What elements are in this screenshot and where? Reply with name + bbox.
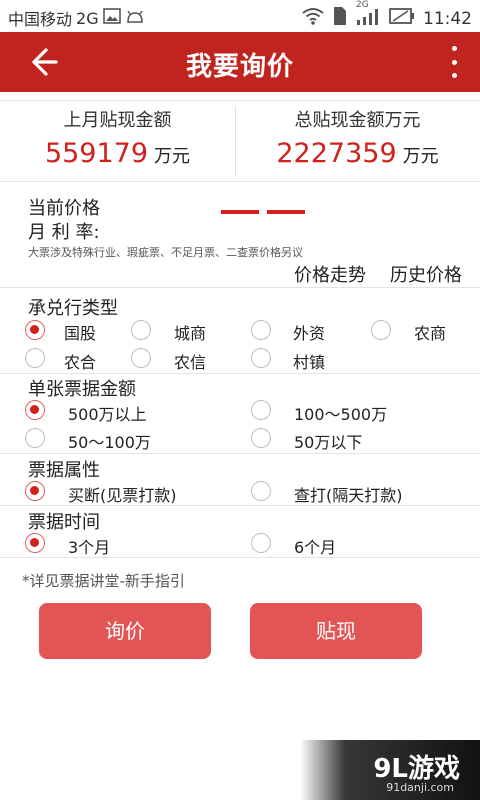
guide-link[interactable]: *详见票据讲堂-新手指引 [22,570,185,591]
signal-icon: 2G [355,0,381,31]
duration-radio-3-months[interactable] [25,533,45,553]
discount-button[interactable]: 贴现 [250,603,422,659]
monthly-rate-value [267,210,305,214]
android-icon [125,9,145,28]
more-menu-button[interactable] [448,44,460,80]
divider [0,287,480,288]
amount-radio-50-100[interactable] [25,428,45,448]
carrier-name: 中国移动 [8,10,73,29]
amount-radio-over-500[interactable] [25,400,45,420]
battery-icon [389,7,415,30]
bank-type-option-label[interactable]: 国股 [64,320,96,344]
duration-title: 票据时间 [28,512,100,533]
watermark-domain: 91danji.com [386,781,454,794]
attribute-radio-check-pay[interactable] [251,481,271,501]
price-history-link[interactable]: 历史价格 [390,261,462,287]
clock: 11:42 [423,8,472,29]
monthly-rate-label: 月 利 率: [28,222,100,243]
amount-option-label[interactable]: 100～500万 [294,401,387,425]
bank-type-radio-nonghe[interactable] [25,348,45,368]
last-month-summary: 上月贴现金额 559179 万元 [0,106,235,169]
amount-radio-under-50[interactable] [251,428,271,448]
duration-option-label[interactable]: 3个月 [68,534,110,558]
divider [0,453,480,454]
bank-type-radio-chengshang[interactable] [131,320,151,340]
bank-type-radio-nongxin[interactable] [131,348,151,368]
bank-type-option-label[interactable]: 村镇 [293,349,325,373]
divider [0,505,480,506]
inquiry-button[interactable]: 询价 [39,603,211,659]
divider [0,373,480,374]
total-value: 2227359 [276,138,397,169]
network-type-small: 2G [356,0,369,10]
bank-type-radio-nongshang[interactable] [371,320,391,340]
divider [0,557,480,558]
bank-type-option-label[interactable]: 农信 [174,349,206,373]
bank-type-radio-guogu[interactable] [25,320,45,340]
price-trend-link[interactable]: 价格走势 [294,261,366,287]
app-bar: 我要询价 [0,32,480,92]
duration-radio-6-months[interactable] [251,533,271,553]
page-title: 我要询价 [185,52,294,82]
watermark-brand: 9L游戏 [373,754,460,784]
attribute-option-label[interactable]: 查打(隔天打款) [294,482,403,506]
wifi-icon [301,7,325,30]
network-type: 2G [76,8,99,28]
last-month-unit: 万元 [154,146,191,167]
amount-option-label[interactable]: 50～100万 [68,429,151,453]
last-month-value: 559179 [44,138,149,169]
amount-option-label[interactable]: 50万以下 [294,429,362,453]
duration-option-label[interactable]: 6个月 [294,534,336,558]
image-icon [102,8,121,28]
bank-type-option-label[interactable]: 外资 [293,320,325,344]
attribute-radio-buyout[interactable] [25,481,45,501]
status-bar: 中国移动 2G 2G 11:42 [0,0,480,32]
bank-type-radio-cunzhen[interactable] [251,348,271,368]
bank-type-option-label[interactable]: 农商 [414,320,446,344]
bank-type-option-label[interactable]: 城商 [174,320,206,344]
amount-option-label[interactable]: 500万以上 [68,401,147,425]
total-unit: 万元 [402,146,439,167]
more-vertical-icon [451,46,457,51]
total-label: 总贴现金额万元 [294,110,421,131]
bank-type-radio-waizi[interactable] [251,320,271,340]
attribute-title: 票据属性 [28,460,100,481]
bank-type-option-label[interactable]: 农合 [64,349,96,373]
divider [0,100,480,101]
amount-title: 单张票据金额 [28,379,136,400]
sim-icon [333,6,347,31]
total-summary: 总贴现金额万元 2227359 万元 [240,106,475,169]
last-month-label: 上月贴现金额 [63,110,172,131]
current-price-label: 当前价格 [28,198,100,219]
attribute-option-label[interactable]: 买断(见票打款) [68,482,177,506]
summary-divider [235,106,236,176]
amount-radio-100-500[interactable] [251,400,271,420]
current-price-value [221,210,259,214]
price-note: 大票涉及特殊行业、瑕疵票、不足月票、二查票价格另议 [28,246,303,259]
divider [0,181,480,182]
bank-type-title: 承兑行类型 [28,298,118,319]
